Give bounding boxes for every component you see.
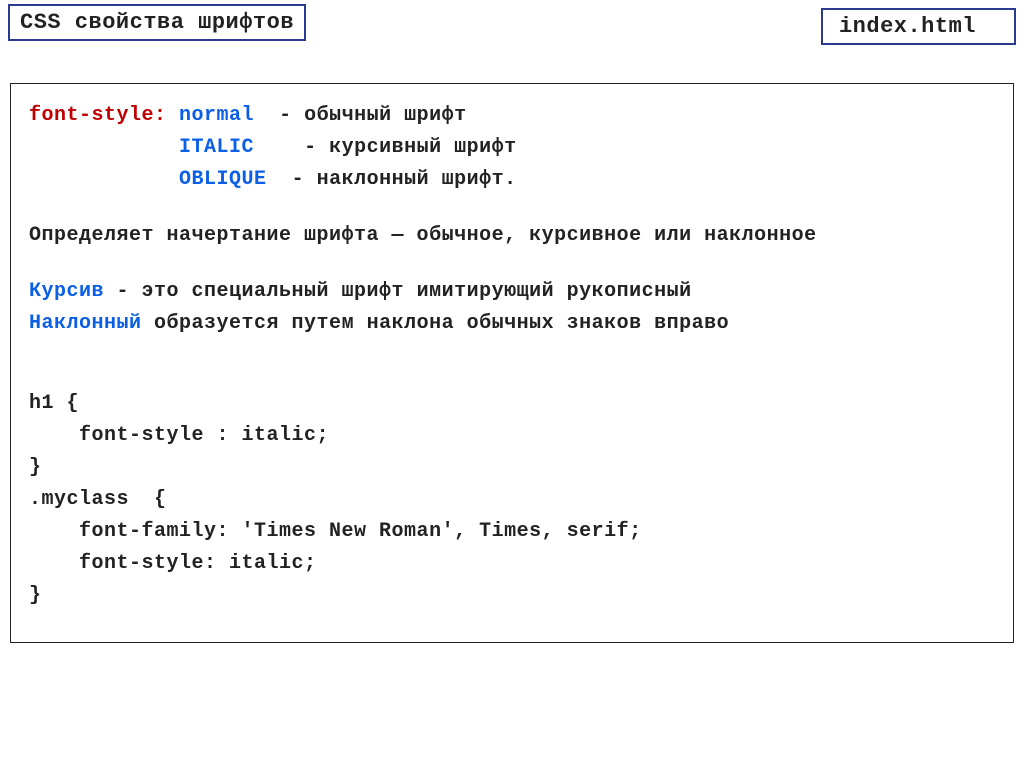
code-line-3: } <box>29 456 42 479</box>
value-normal: normal <box>179 104 254 127</box>
value-oblique: oblique <box>179 168 267 191</box>
property-name: font-style: <box>29 104 167 127</box>
desc-italic: - курсивный шрифт <box>304 136 517 159</box>
definition-text: Определяет начертание шрифта — обычное, … <box>29 220 995 252</box>
naklon-text: образуется путем наклона обычных знаков … <box>142 312 730 335</box>
desc-oblique: - наклонный шрифт. <box>292 168 517 191</box>
desc-normal: - обычный шрифт <box>279 104 467 127</box>
code-line-1: h1 { <box>29 392 79 415</box>
page-title: CSS свойства шрифтов <box>8 4 306 41</box>
naklon-line: Наклонный образуется путем наклона обычн… <box>29 308 995 340</box>
naklon-label: Наклонный <box>29 312 142 335</box>
code-line-6: font-style: italic; <box>29 552 317 575</box>
code-line-2: font-style : italic; <box>29 424 329 447</box>
content-box: font-style: normal - обычный шрифт itali… <box>10 83 1014 643</box>
kursiv-line: Курсив - это специальный шрифт имитирующ… <box>29 276 995 308</box>
kursiv-label: Курсив <box>29 280 104 303</box>
code-line-7: } <box>29 584 42 607</box>
property-values-block: font-style: normal - обычный шрифт itali… <box>29 100 995 196</box>
header-row: CSS свойства шрифтов index.html <box>0 0 1024 45</box>
kursiv-text: - это специальный шрифт имитирующий руко… <box>104 280 692 303</box>
code-line-5: font-family: 'Times New Roman', Times, s… <box>29 520 642 543</box>
code-line-4: .myclass { <box>29 488 167 511</box>
code-example: h1 { font-style : italic; } .myclass { f… <box>29 388 995 612</box>
value-italic: italic <box>179 136 254 159</box>
file-name: index.html <box>821 8 1016 45</box>
